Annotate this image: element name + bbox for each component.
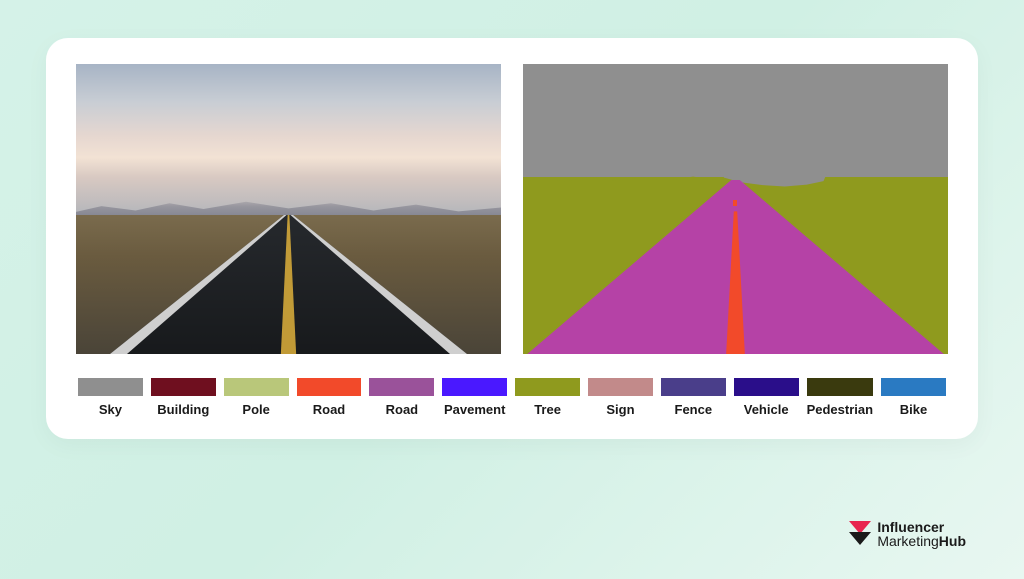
legend-item: Tree [515,378,580,417]
legend-label: Pavement [444,402,505,417]
legend-swatch [807,378,873,396]
legend: Sky Building Pole Road Road Pavement Tree Sign F… [76,378,948,417]
legend-item: Sign [588,378,653,417]
legend-swatch [734,378,799,396]
legend-swatch [297,378,362,396]
legend-label: Vehicle [744,402,789,417]
legend-item: Bike [881,378,946,417]
legend-label: Sign [606,402,634,417]
legend-swatch [78,378,143,396]
brand-line-1: Influencer [877,520,966,535]
legend-label: Road [386,402,419,417]
legend-swatch [881,378,946,396]
legend-swatch [515,378,580,396]
legend-item: Sky [78,378,143,417]
legend-label: Sky [99,402,122,417]
figure-card: Sky Building Pole Road Road Pavement Tree Sign F… [46,38,978,439]
legend-item: Pole [224,378,289,417]
legend-swatch [224,378,289,396]
legend-swatch [369,378,434,396]
brand-line-2: MarketingHub [877,534,966,549]
legend-item: Pavement [442,378,507,417]
seg-road-marker-dot [733,200,737,206]
legend-item: Building [151,378,216,417]
legend-label: Fence [675,402,713,417]
brand-logo: Influencer MarketingHub [849,520,966,549]
source-photo [76,64,501,354]
legend-swatch [442,378,507,396]
legend-label: Pole [242,402,269,417]
legend-item: Pedestrian [807,378,873,417]
legend-item: Road [369,378,434,417]
legend-label: Building [157,402,209,417]
legend-swatch [661,378,726,396]
legend-label: Road [313,402,346,417]
legend-label: Bike [900,402,927,417]
legend-swatch [588,378,653,396]
segmentation-map [523,64,948,354]
legend-item: Vehicle [734,378,799,417]
legend-label: Tree [534,402,561,417]
legend-swatch [151,378,216,396]
image-pair [76,64,948,354]
brand-text: Influencer MarketingHub [877,520,966,549]
legend-item: Fence [661,378,726,417]
brand-mark-icon [849,521,871,547]
legend-label: Pedestrian [807,402,873,417]
legend-item: Road [297,378,362,417]
photo-sky [76,64,501,215]
